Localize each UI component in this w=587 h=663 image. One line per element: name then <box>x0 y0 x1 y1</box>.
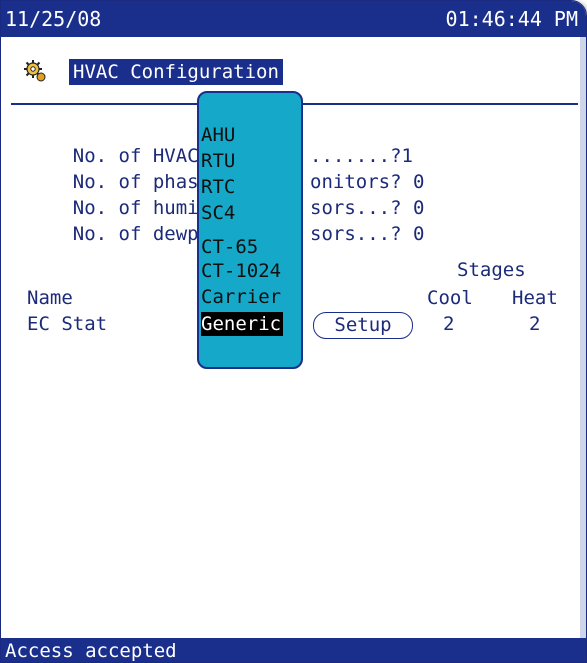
dropdown-option-generic[interactable]: Generic <box>201 312 284 336</box>
dropdown-option-rtu[interactable]: RTU <box>201 149 235 173</box>
setup-button[interactable]: Setup <box>313 312 413 339</box>
dewpoint-sensors-value: sors...? 0 <box>310 223 425 245</box>
dropdown-option-ct-1024[interactable]: CT-1024 <box>201 259 281 283</box>
dropdown-option-ct-65[interactable]: CT-65 <box>201 235 258 259</box>
unit-type-dropdown[interactable]: AHU RTU RTC SC4 CT-65 CT-1024 Carrier Ge… <box>197 91 303 369</box>
stages-header: Stages <box>457 259 526 281</box>
hvac-unit-name[interactable]: EC Stat <box>27 312 107 336</box>
dropdown-option-carrier[interactable]: Carrier <box>201 285 281 309</box>
heat-stages-value[interactable]: 2 <box>529 312 540 336</box>
date-display: 11/25/08 <box>5 7 102 31</box>
page-title: HVAC Configuration <box>69 59 283 85</box>
dropdown-option-ahu[interactable]: AHU <box>201 123 235 147</box>
status-bar: Access accepted <box>1 638 586 662</box>
name-column-header: Name <box>27 287 73 309</box>
dewpoint-sensors-label: No. of dewpo <box>72 223 211 245</box>
top-status-bar: 11/25/08 01:46:44 PM <box>1 1 586 37</box>
screen-frame: 11/25/08 01:46:44 PM HVAC Configuration … <box>0 0 587 663</box>
dropdown-option-sc4[interactable]: SC4 <box>201 201 235 225</box>
gear-icon <box>24 60 46 82</box>
heat-column-header: Heat <box>512 287 558 309</box>
cool-column-header: Cool <box>427 287 473 309</box>
dropdown-option-rtc[interactable]: RTC <box>201 175 235 199</box>
time-display: 01:46:44 PM <box>445 7 578 31</box>
scrollbar-track <box>580 37 586 638</box>
cool-stages-value[interactable]: 2 <box>443 312 454 336</box>
